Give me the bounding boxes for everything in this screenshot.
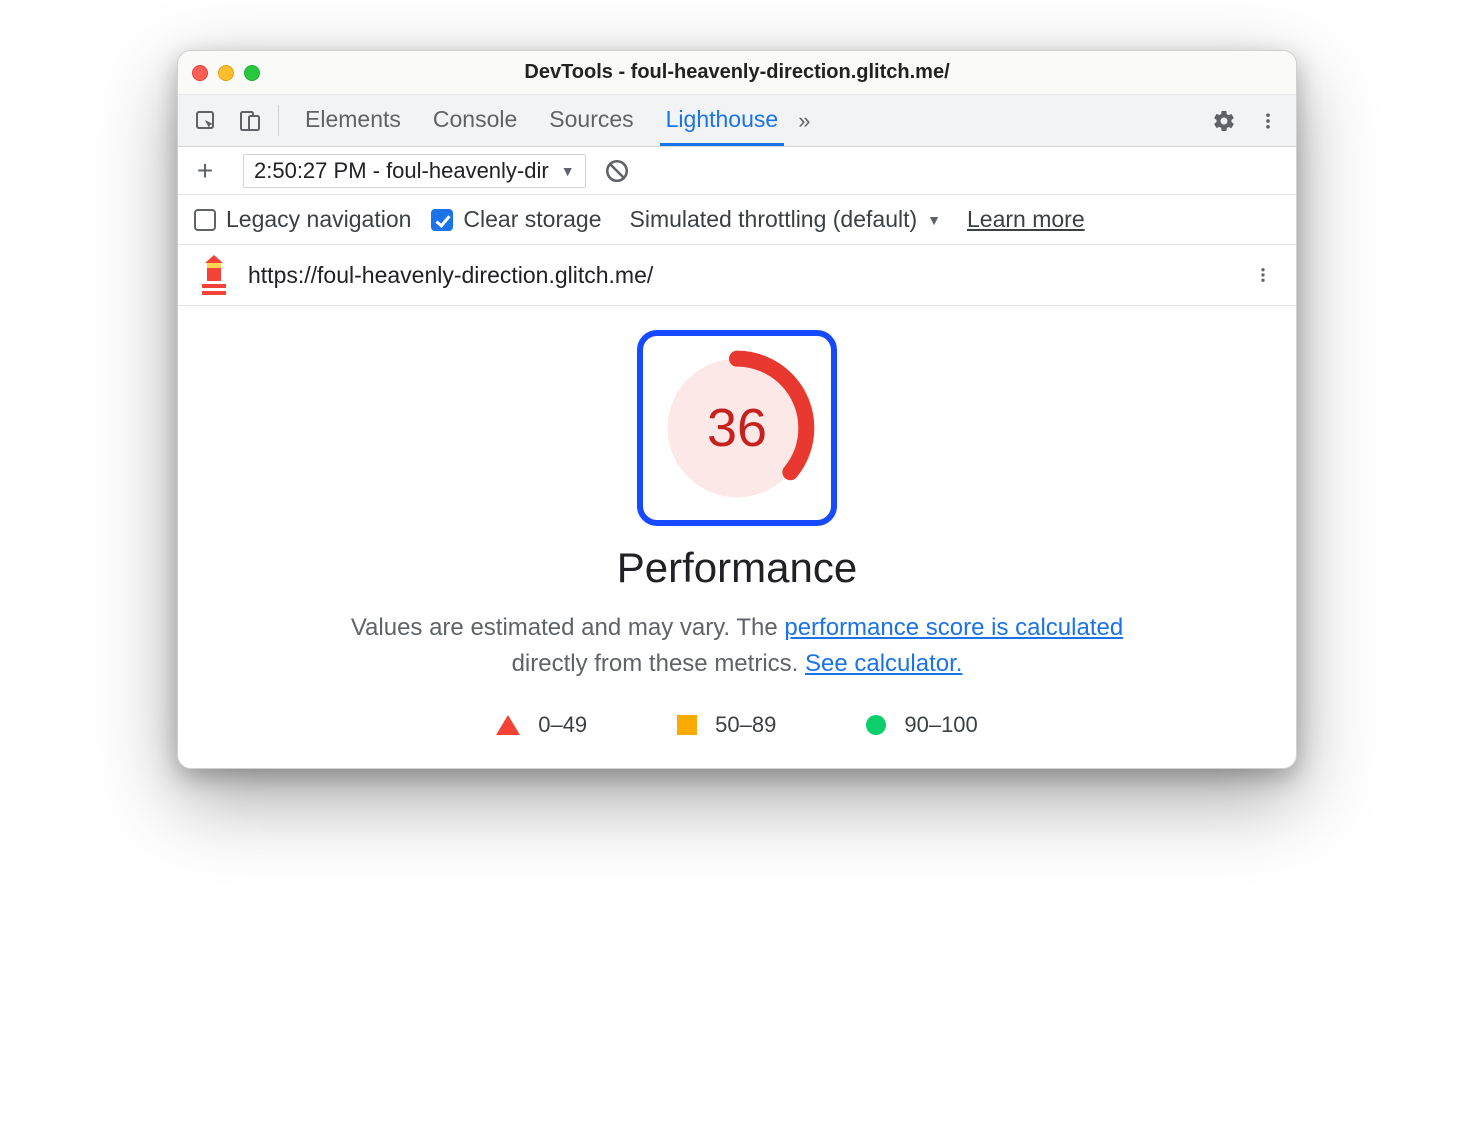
score-legend: 0–49 50–89 90–100 <box>218 712 1256 738</box>
settings-gear-icon[interactable] <box>1202 109 1246 133</box>
legacy-navigation-option[interactable]: Legacy navigation <box>194 206 411 233</box>
titlebar: DevTools - foul-heavenly-direction.glitc… <box>178 51 1296 95</box>
performance-gauge[interactable]: 36 <box>657 348 817 508</box>
desc-text: Values are estimated and may vary. The <box>351 614 785 641</box>
devtools-window: DevTools - foul-heavenly-direction.glitc… <box>177 50 1297 769</box>
divider <box>278 105 279 136</box>
legend-pass: 90–100 <box>866 712 977 738</box>
report-menu-icon[interactable] <box>1254 264 1278 286</box>
desc-text: directly from these metrics. <box>512 650 805 677</box>
legacy-navigation-label: Legacy navigation <box>226 206 411 233</box>
minimize-window-button[interactable] <box>218 65 234 81</box>
legend-pass-label: 90–100 <box>904 712 977 738</box>
report-selector[interactable]: 2:50:27 PM - foul-heavenly-dir ▼ <box>243 154 586 188</box>
triangle-icon <box>496 715 520 735</box>
throttling-selector[interactable]: Simulated throttling (default) ▼ <box>630 206 942 233</box>
new-report-button[interactable]: + <box>188 155 222 187</box>
checkbox-checked-icon[interactable] <box>431 209 453 231</box>
report-header: https://foul-heavenly-direction.glitch.m… <box>178 245 1296 306</box>
square-icon <box>677 715 697 735</box>
performance-score-value: 36 <box>657 348 817 508</box>
clear-storage-option[interactable]: Clear storage <box>431 206 601 233</box>
inspect-element-icon[interactable] <box>184 95 228 146</box>
learn-more-link[interactable]: Learn more <box>967 206 1085 233</box>
close-window-button[interactable] <box>192 65 208 81</box>
circle-icon <box>866 715 886 735</box>
clear-reports-icon[interactable] <box>604 158 630 184</box>
report-url: https://foul-heavenly-direction.glitch.m… <box>248 262 1238 289</box>
legend-fail: 0–49 <box>496 712 587 738</box>
tab-lighthouse[interactable]: Lighthouse <box>660 95 785 146</box>
checkbox-unchecked-icon[interactable] <box>194 209 216 231</box>
window-controls <box>192 65 260 81</box>
more-tabs-button[interactable]: » <box>784 95 824 146</box>
legend-average: 50–89 <box>677 712 776 738</box>
report-body: 36 Performance Values are estimated and … <box>178 306 1296 768</box>
tab-elements[interactable]: Elements <box>299 95 407 146</box>
device-toolbar-icon[interactable] <box>228 95 272 146</box>
report-selector-label: 2:50:27 PM - foul-heavenly-dir <box>254 158 549 184</box>
legend-fail-label: 0–49 <box>538 712 587 738</box>
chevron-down-icon: ▼ <box>927 212 941 228</box>
panel-tabs: Elements Console Sources Lighthouse <box>285 95 784 146</box>
category-title: Performance <box>218 544 1256 592</box>
lighthouse-toolbar: + 2:50:27 PM - foul-heavenly-dir ▼ <box>178 147 1296 195</box>
see-calculator-link[interactable]: See calculator. <box>805 650 962 677</box>
score-calc-link[interactable]: performance score is calculated <box>784 614 1123 641</box>
zoom-window-button[interactable] <box>244 65 260 81</box>
tab-sources[interactable]: Sources <box>543 95 639 146</box>
lighthouse-options-bar: Legacy navigation Clear storage Simulate… <box>178 195 1296 245</box>
more-options-icon[interactable] <box>1246 111 1290 131</box>
tab-console[interactable]: Console <box>427 95 523 146</box>
score-description: Values are estimated and may vary. The p… <box>327 610 1147 682</box>
score-highlight-box: 36 <box>637 330 837 526</box>
lighthouse-icon <box>196 255 232 295</box>
legend-avg-label: 50–89 <box>715 712 776 738</box>
devtools-tabstrip: Elements Console Sources Lighthouse » <box>178 95 1296 147</box>
throttling-label: Simulated throttling (default) <box>630 206 918 233</box>
window-title: DevTools - foul-heavenly-direction.glitc… <box>178 61 1296 84</box>
chevron-down-icon: ▼ <box>561 163 575 179</box>
clear-storage-label: Clear storage <box>463 206 601 233</box>
